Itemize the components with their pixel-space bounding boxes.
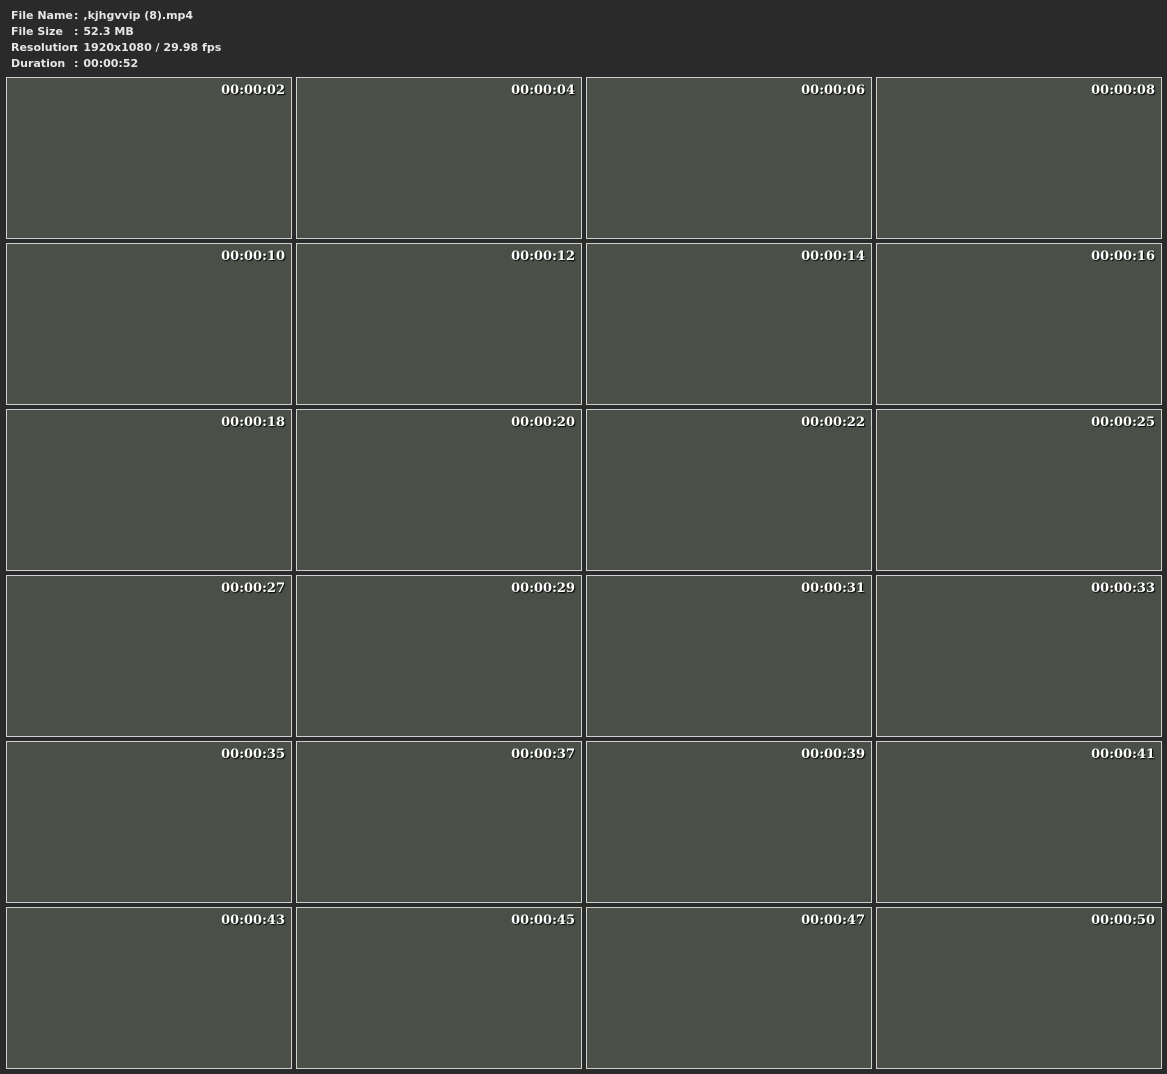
thumbnail-timestamp: 00:00:37 [511,747,575,762]
info-label: Resolution [11,41,78,54]
info-value: 1920x1080 / 29.98 fps [83,41,222,54]
thumbnail-timestamp: 00:00:02 [221,83,285,98]
file-info-row: Duration:00:00:52 [11,56,221,72]
thumbnail-grid: 00:00:02 00:00:04 00:00:06 00:00:08 00:00:10… [6,77,1162,1069]
thumbnail-timestamp: 00:00:22 [801,415,865,430]
info-value: ,kjhgvvip (8).mp4 [83,9,194,22]
thumbnail-timestamp: 00:00:18 [221,415,285,430]
info-separator: : [74,57,79,70]
thumbnail-timestamp: 00:00:33 [1091,581,1155,596]
thumbnail-timestamp: 00:00:06 [801,83,865,98]
thumbnail-timestamp: 00:00:50 [1091,913,1155,928]
thumbnail-timestamp: 00:00:39 [801,747,865,762]
thumbnail-timestamp: 00:00:08 [1091,83,1155,98]
thumbnail-timestamp: 00:00:43 [221,913,285,928]
video-thumbnail: 00:00:47 [586,907,872,1069]
video-thumbnail: 00:00:14 [586,243,872,405]
video-thumbnail: 00:00:16 [876,243,1162,405]
video-thumbnail: 00:00:02 [6,77,292,239]
info-separator: : [74,25,79,38]
video-thumbnail: 00:00:22 [586,409,872,571]
info-value: 52.3 MB [83,25,134,38]
video-thumbnail: 00:00:45 [296,907,582,1069]
video-thumbnail: 00:00:37 [296,741,582,903]
thumbnail-timestamp: 00:00:35 [221,747,285,762]
thumbnail-timestamp: 00:00:41 [1091,747,1155,762]
file-info-row: File Size:52.3 MB [11,24,221,40]
thumbnail-timestamp: 00:00:14 [801,249,865,264]
video-thumbnail: 00:00:25 [876,409,1162,571]
thumbnail-timestamp: 00:00:12 [511,249,575,264]
video-thumbnail: 00:00:41 [876,741,1162,903]
thumbnail-timestamp: 00:00:47 [801,913,865,928]
video-thumbnail: 00:00:50 [876,907,1162,1069]
video-thumbnail: 00:00:20 [296,409,582,571]
thumbnail-timestamp: 00:00:04 [511,83,575,98]
video-thumbnail: 00:00:35 [6,741,292,903]
video-thumbnail: 00:00:12 [296,243,582,405]
file-info: File Name: ,kjhgvvip (8).mp4 File Size:52.… [11,8,221,72]
video-thumbnail: 00:00:31 [586,575,872,737]
thumbnail-timestamp: 00:00:10 [221,249,285,264]
video-thumbnail: 00:00:43 [6,907,292,1069]
file-info-row: Resolution:1920x1080 / 29.98 fps [11,40,221,56]
thumbnail-timestamp: 00:00:25 [1091,415,1155,430]
thumbnail-timestamp: 00:00:16 [1091,249,1155,264]
info-label: File Size [11,25,63,38]
video-thumbnail: 00:00:18 [6,409,292,571]
video-thumbnail: 00:00:08 [876,77,1162,239]
thumbnail-timestamp: 00:00:45 [511,913,575,928]
thumbnail-timestamp: 00:00:20 [511,415,575,430]
info-value: 00:00:52 [83,57,139,70]
video-thumbnail: 00:00:29 [296,575,582,737]
video-thumbnail: 00:00:06 [586,77,872,239]
video-thumbnail: 00:00:33 [876,575,1162,737]
thumbnail-timestamp: 00:00:31 [801,581,865,596]
info-label: Duration [11,57,66,70]
info-label: File Name [11,9,73,22]
video-thumbnail: 00:00:39 [586,741,872,903]
thumbnail-timestamp: 00:00:29 [511,581,575,596]
video-thumbnail: 00:00:27 [6,575,292,737]
video-thumbnail: 00:00:04 [296,77,582,239]
info-separator: : [74,9,79,22]
file-info-row: File Name: ,kjhgvvip (8).mp4 [11,8,221,24]
info-separator: : [74,41,79,54]
video-thumbnail: 00:00:10 [6,243,292,405]
thumbnail-timestamp: 00:00:27 [221,581,285,596]
